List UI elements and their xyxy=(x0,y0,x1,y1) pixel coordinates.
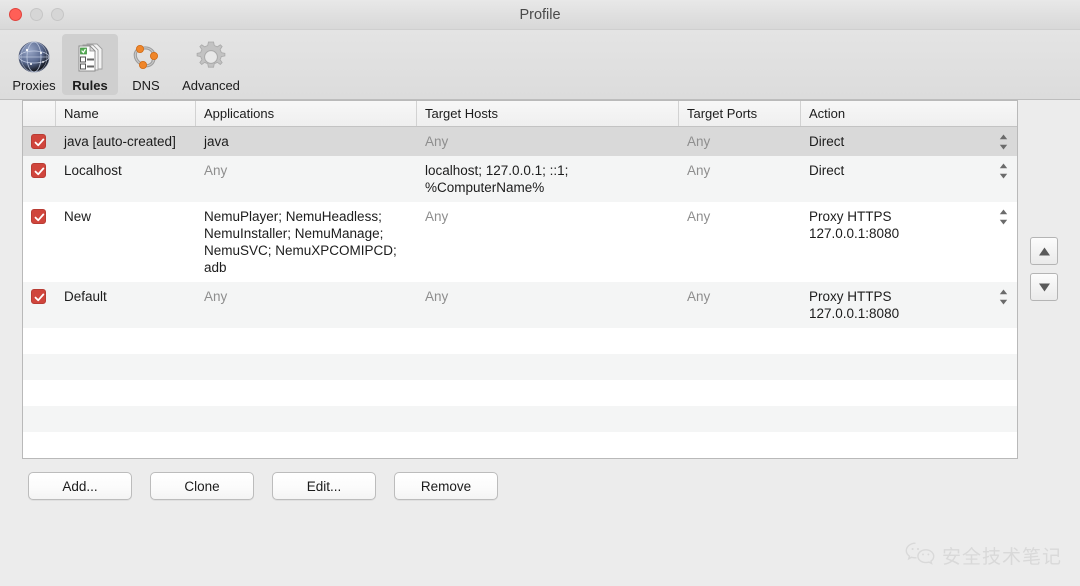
table-header-row: Name Applications Target Hosts Target Po… xyxy=(23,101,1017,127)
table-empty-row xyxy=(23,328,1017,354)
add-button[interactable]: Add... xyxy=(28,472,132,500)
row-enabled-checkbox[interactable] xyxy=(31,209,46,224)
titlebar: Profile xyxy=(0,0,1080,30)
toolbar-item-dns[interactable]: DNS xyxy=(118,34,174,95)
cell-target-ports: Any xyxy=(687,289,711,304)
profile-window: Profile Proxies Rules DNS Advanced Name … xyxy=(0,0,1080,586)
cell-action: Proxy HTTPS 127.0.0.1:8080 xyxy=(801,282,1017,328)
row-enabled-checkbox[interactable] xyxy=(31,134,46,149)
cell-target-ports: Any xyxy=(687,163,711,178)
action-stepper[interactable] xyxy=(998,288,1009,306)
cell-name: New xyxy=(64,209,92,224)
reorder-buttons xyxy=(1030,237,1058,301)
cell-target-hosts: localhost; 127.0.0.1; ::1; %ComputerName… xyxy=(425,163,569,195)
column-header-applications[interactable]: Applications xyxy=(196,101,417,126)
remove-button[interactable]: Remove xyxy=(394,472,498,500)
table-empty-row xyxy=(23,354,1017,380)
action-stepper[interactable] xyxy=(998,133,1009,151)
triangle-up-icon xyxy=(1038,247,1050,255)
cell-target-ports: Any xyxy=(687,209,711,224)
gear-icon xyxy=(191,37,231,77)
cell-applications: Any xyxy=(204,289,228,304)
cell-name: java [auto-created] xyxy=(64,134,176,149)
action-stepper[interactable] xyxy=(998,208,1009,226)
dns-icon xyxy=(126,37,166,77)
cell-action-line: Proxy HTTPS xyxy=(809,289,892,304)
table-row[interactable]: Default Any Any Any Proxy HTTPS 127.0.0.1:808… xyxy=(23,282,1017,328)
cell-applications: java xyxy=(204,134,229,149)
toolbar-item-advanced[interactable]: Advanced xyxy=(174,34,248,95)
table-body: java [auto-created] java Any Any Direct Local… xyxy=(23,127,1017,459)
column-header-name[interactable]: Name xyxy=(56,101,196,126)
table-row[interactable]: Localhost Any localhost; 127.0.0.1; ::1; %… xyxy=(23,156,1017,202)
clone-button[interactable]: Clone xyxy=(150,472,254,500)
toolbar: Proxies Rules DNS Advanced xyxy=(0,30,1080,100)
edit-button[interactable]: Edit... xyxy=(272,472,376,500)
triangle-down-icon xyxy=(1038,283,1050,291)
table-row[interactable]: New NemuPlayer; NemuHeadless; NemuInstall… xyxy=(23,202,1017,282)
table-empty-row xyxy=(23,458,1017,459)
cell-action-line: Direct xyxy=(809,134,845,149)
content-area: Name Applications Target Hosts Target Po… xyxy=(0,100,1080,586)
column-header-checkbox[interactable] xyxy=(23,101,56,126)
row-enabled-checkbox-cell xyxy=(23,156,56,184)
move-down-button[interactable] xyxy=(1030,273,1058,301)
cell-action: Direct xyxy=(801,156,1017,185)
move-up-button[interactable] xyxy=(1030,237,1058,265)
wechat-icon xyxy=(905,541,935,570)
row-enabled-checkbox-cell xyxy=(23,202,56,230)
toolbar-item-rules-label: Rules xyxy=(72,78,108,93)
globe-icon xyxy=(14,37,54,77)
cell-target-hosts: Any xyxy=(425,209,449,224)
toolbar-item-proxies[interactable]: Proxies xyxy=(6,34,62,95)
table-row[interactable]: java [auto-created] java Any Any Direct xyxy=(23,127,1017,156)
cell-action-line: 127.0.0.1:8080 xyxy=(809,226,900,241)
rules-table: Name Applications Target Hosts Target Po… xyxy=(22,100,1018,459)
cell-name: Default xyxy=(64,289,107,304)
cell-action-line: Proxy HTTPS xyxy=(809,209,892,224)
watermark: 安全技术笔记 xyxy=(905,541,1062,570)
cell-target-ports: Any xyxy=(687,134,711,149)
cell-applications: Any xyxy=(204,163,228,178)
watermark-text: 安全技术笔记 xyxy=(941,546,1062,568)
rules-icon xyxy=(70,37,110,77)
toolbar-item-proxies-label: Proxies xyxy=(12,78,56,93)
toolbar-item-dns-label: DNS xyxy=(132,78,160,93)
window-title: Profile xyxy=(519,7,561,23)
cell-action: Proxy HTTPS 127.0.0.1:8080 xyxy=(801,202,1017,248)
toolbar-item-advanced-label: Advanced xyxy=(182,78,240,93)
row-enabled-checkbox[interactable] xyxy=(31,163,46,178)
cell-action: Direct xyxy=(801,127,1017,156)
cell-action-line: 127.0.0.1:8080 xyxy=(809,306,900,321)
row-enabled-checkbox[interactable] xyxy=(31,289,46,304)
table-empty-row xyxy=(23,432,1017,458)
table-empty-row xyxy=(23,380,1017,406)
footer-buttons: Add... Clone Edit... Remove xyxy=(28,472,498,500)
column-header-target-hosts[interactable]: Target Hosts xyxy=(417,101,679,126)
row-enabled-checkbox-cell xyxy=(23,127,56,155)
cell-applications: NemuPlayer; NemuHeadless; NemuInstaller;… xyxy=(204,209,397,275)
cell-action-line: Direct xyxy=(809,163,845,178)
row-enabled-checkbox-cell xyxy=(23,282,56,310)
cell-name: Localhost xyxy=(64,163,122,178)
cell-target-hosts: Any xyxy=(425,289,449,304)
table-empty-row xyxy=(23,406,1017,432)
column-header-action[interactable]: Action xyxy=(801,101,1017,126)
toolbar-item-rules[interactable]: Rules xyxy=(62,34,118,95)
column-header-target-ports[interactable]: Target Ports xyxy=(679,101,801,126)
action-stepper[interactable] xyxy=(998,162,1009,180)
cell-target-hosts: Any xyxy=(425,134,449,149)
